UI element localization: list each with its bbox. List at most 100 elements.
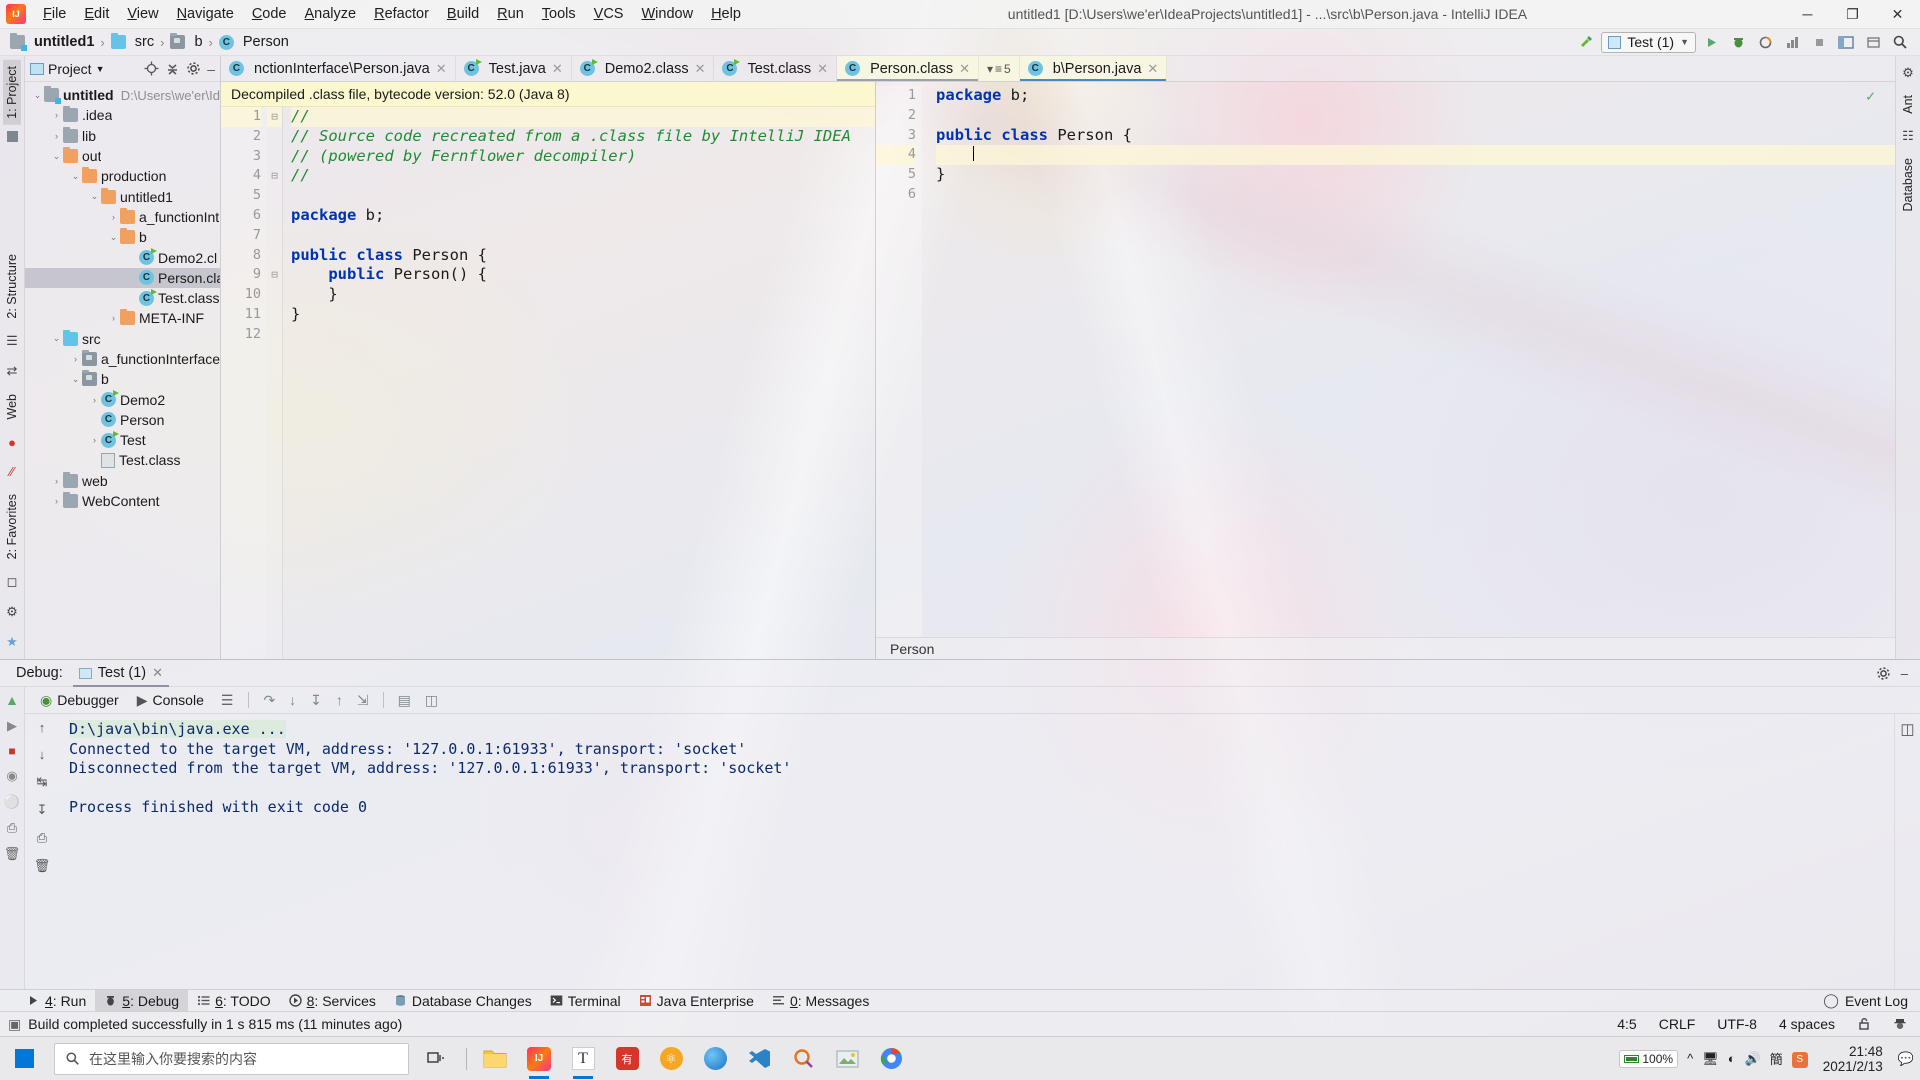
print-icon[interactable]: ⎙ xyxy=(37,830,47,846)
minimize-button[interactable]: ─ xyxy=(1785,0,1830,29)
tree-expand-arrow[interactable]: › xyxy=(50,496,63,506)
notification-icon[interactable]: 💬 xyxy=(1898,1051,1914,1067)
wegame-icon[interactable]: ⚛ xyxy=(649,1037,693,1080)
tool-window-terminal[interactable]: Terminal xyxy=(541,990,630,1012)
menu-view[interactable]: View xyxy=(118,4,167,24)
hector-icon[interactable] xyxy=(1890,1016,1910,1032)
tree-item-meta-inf[interactable]: › META-INF xyxy=(25,308,220,328)
close-icon[interactable]: ✕ xyxy=(817,61,828,77)
code-line[interactable] xyxy=(291,325,875,345)
tree-item-web[interactable]: › web xyxy=(25,471,220,491)
tree-expand-arrow[interactable]: ⌄ xyxy=(50,333,63,344)
close-icon[interactable]: ✕ xyxy=(695,61,706,77)
breadcrumb-untitled1[interactable]: untitled1 xyxy=(6,33,98,51)
tool-window-0--messages[interactable]: 0: Messages xyxy=(763,990,878,1012)
code-line[interactable]: public class Person { xyxy=(936,126,1895,146)
stop-icon[interactable]: ■ xyxy=(8,744,15,758)
fold-marker[interactable]: ⊟ xyxy=(267,107,282,127)
sogou-icon[interactable]: S xyxy=(1791,1050,1808,1068)
battery-badge[interactable]: 100% xyxy=(1619,1049,1679,1068)
tree-expand-arrow[interactable]: ⌄ xyxy=(50,151,63,162)
soft-wrap-icon[interactable]: ↹ xyxy=(37,774,48,790)
code-line[interactable]: // xyxy=(291,166,875,186)
tree-expand-arrow[interactable]: ⌄ xyxy=(88,191,101,202)
code-line[interactable]: } xyxy=(291,285,875,305)
tree-expand-arrow[interactable]: › xyxy=(50,131,63,141)
minimize-icon[interactable]: – xyxy=(1901,666,1908,681)
hide-icon[interactable]: – xyxy=(207,61,215,77)
tree-item-untitled1[interactable]: ⌄ untitled1 xyxy=(25,186,220,206)
star-icon[interactable]: ★ xyxy=(6,634,18,650)
wifi-icon[interactable]: ◐ xyxy=(1728,1051,1736,1066)
file-encoding[interactable]: UTF-8 xyxy=(1714,1015,1760,1033)
sidebar-item-favorites[interactable]: 2: Favorites xyxy=(3,488,21,565)
tool-window-8--services[interactable]: 8: Services xyxy=(280,990,385,1012)
indent-setting[interactable]: 4 spaces xyxy=(1776,1015,1838,1033)
console-output[interactable]: D:\java\bin\java.exe ... Connected to the… xyxy=(59,714,1894,989)
windows-start-icon[interactable] xyxy=(0,1037,48,1080)
code-line[interactable]: public Person() { xyxy=(291,265,875,285)
tree-item-b[interactable]: ⌄ b xyxy=(25,369,220,389)
typora-icon[interactable]: T xyxy=(561,1037,605,1080)
chevron-up-icon[interactable]: ^ xyxy=(1687,1051,1693,1066)
menu-vcs[interactable]: VCS xyxy=(585,4,633,24)
code-line[interactable]: package b; xyxy=(936,86,1895,106)
debug-icon[interactable] xyxy=(1726,31,1750,53)
project-title[interactable]: Project ▼ xyxy=(30,61,105,77)
tree-item-b[interactable]: ⌄ b xyxy=(25,227,220,247)
sidebar-item-web[interactable]: Web xyxy=(3,388,21,425)
tree-item-out[interactable]: ⌄ out xyxy=(25,146,220,166)
breakpoints-icon[interactable]: ◉ xyxy=(6,768,17,784)
sidebar-item-ant[interactable]: Ant xyxy=(1899,89,1917,120)
menu-edit[interactable]: Edit xyxy=(75,4,118,24)
close-icon[interactable]: ✕ xyxy=(552,61,563,77)
search-input[interactable]: 在这里输入你要搜索的内容 xyxy=(54,1042,409,1075)
fold-marker[interactable]: ⊟ xyxy=(267,166,282,186)
code-line[interactable]: package b; xyxy=(291,206,875,226)
evaluate-expression-icon[interactable]: ▤ xyxy=(393,692,416,709)
run-to-cursor-icon[interactable]: ⇲ xyxy=(352,692,374,709)
tree-expand-arrow[interactable]: › xyxy=(88,435,101,445)
breadcrumb-person[interactable]: C Person xyxy=(215,33,293,51)
breadcrumb-src[interactable]: src xyxy=(107,33,158,51)
code-line[interactable] xyxy=(291,226,875,246)
fold-gutter[interactable]: ⊟ ⊟ ⊟ xyxy=(267,107,283,659)
tool-window-4--run[interactable]: 4: Run xyxy=(18,990,95,1012)
tree-expand-arrow[interactable]: ⌄ xyxy=(107,232,120,243)
chrome-icon[interactable] xyxy=(869,1037,913,1080)
profile-icon[interactable] xyxy=(1780,31,1804,53)
code-line[interactable] xyxy=(936,185,1895,205)
code-lines[interactable]: package b; public class Person { } xyxy=(922,86,1895,637)
code-line[interactable]: // Source code recreated from a .class f… xyxy=(291,127,875,147)
code-lines[interactable]: //// Source code recreated from a .class… xyxy=(283,107,875,659)
sidebar-item-structure[interactable]: 2: Structure xyxy=(3,248,21,325)
screen-icon[interactable]: 🖥 xyxy=(1702,1051,1719,1067)
trash-icon[interactable]: 🗑 xyxy=(4,846,21,862)
tree-item-demo2[interactable]: › C Demo2 xyxy=(25,389,220,409)
line-separator[interactable]: CRLF xyxy=(1656,1015,1699,1033)
search-app-icon[interactable] xyxy=(781,1037,825,1080)
tool-window-java-enterprise[interactable]: Java Enterprise xyxy=(630,990,763,1012)
editor-tab-demo2-class[interactable]: C Demo2.class ✕ xyxy=(572,56,715,81)
run-configuration-selector[interactable]: Test (1) ▼ xyxy=(1601,31,1696,53)
step-into-icon[interactable]: ↓ xyxy=(284,692,301,708)
menu-code[interactable]: Code xyxy=(243,4,296,24)
volume-icon[interactable]: 🔊 xyxy=(1745,1051,1761,1067)
editor-tab-b-person-java[interactable]: Cb\Person.java ✕ xyxy=(1019,56,1168,81)
code-line[interactable]: // xyxy=(291,107,875,127)
gear-icon[interactable] xyxy=(186,61,201,76)
inspection-status-icon[interactable]: ✓ xyxy=(1866,87,1875,107)
locate-icon[interactable] xyxy=(144,61,159,76)
tree-item-lib[interactable]: › lib xyxy=(25,126,220,146)
netease-dict-icon[interactable]: 有 xyxy=(605,1037,649,1080)
editor-tab-person-class[interactable]: C Person.class ✕ xyxy=(837,56,979,81)
code-line[interactable] xyxy=(936,106,1895,126)
tree-item-src[interactable]: ⌄ src xyxy=(25,329,220,349)
layout-settings-icon[interactable]: ☰ xyxy=(215,692,240,709)
tab-console[interactable]: ▶ Console xyxy=(130,690,211,711)
step-over-icon[interactable]: ↷ xyxy=(258,692,280,709)
tree-expand-arrow[interactable]: › xyxy=(107,212,120,222)
gear-icon[interactable]: ⚙ xyxy=(6,604,18,620)
code-line[interactable]: } xyxy=(936,165,1895,185)
coverage-icon[interactable] xyxy=(1753,31,1777,53)
